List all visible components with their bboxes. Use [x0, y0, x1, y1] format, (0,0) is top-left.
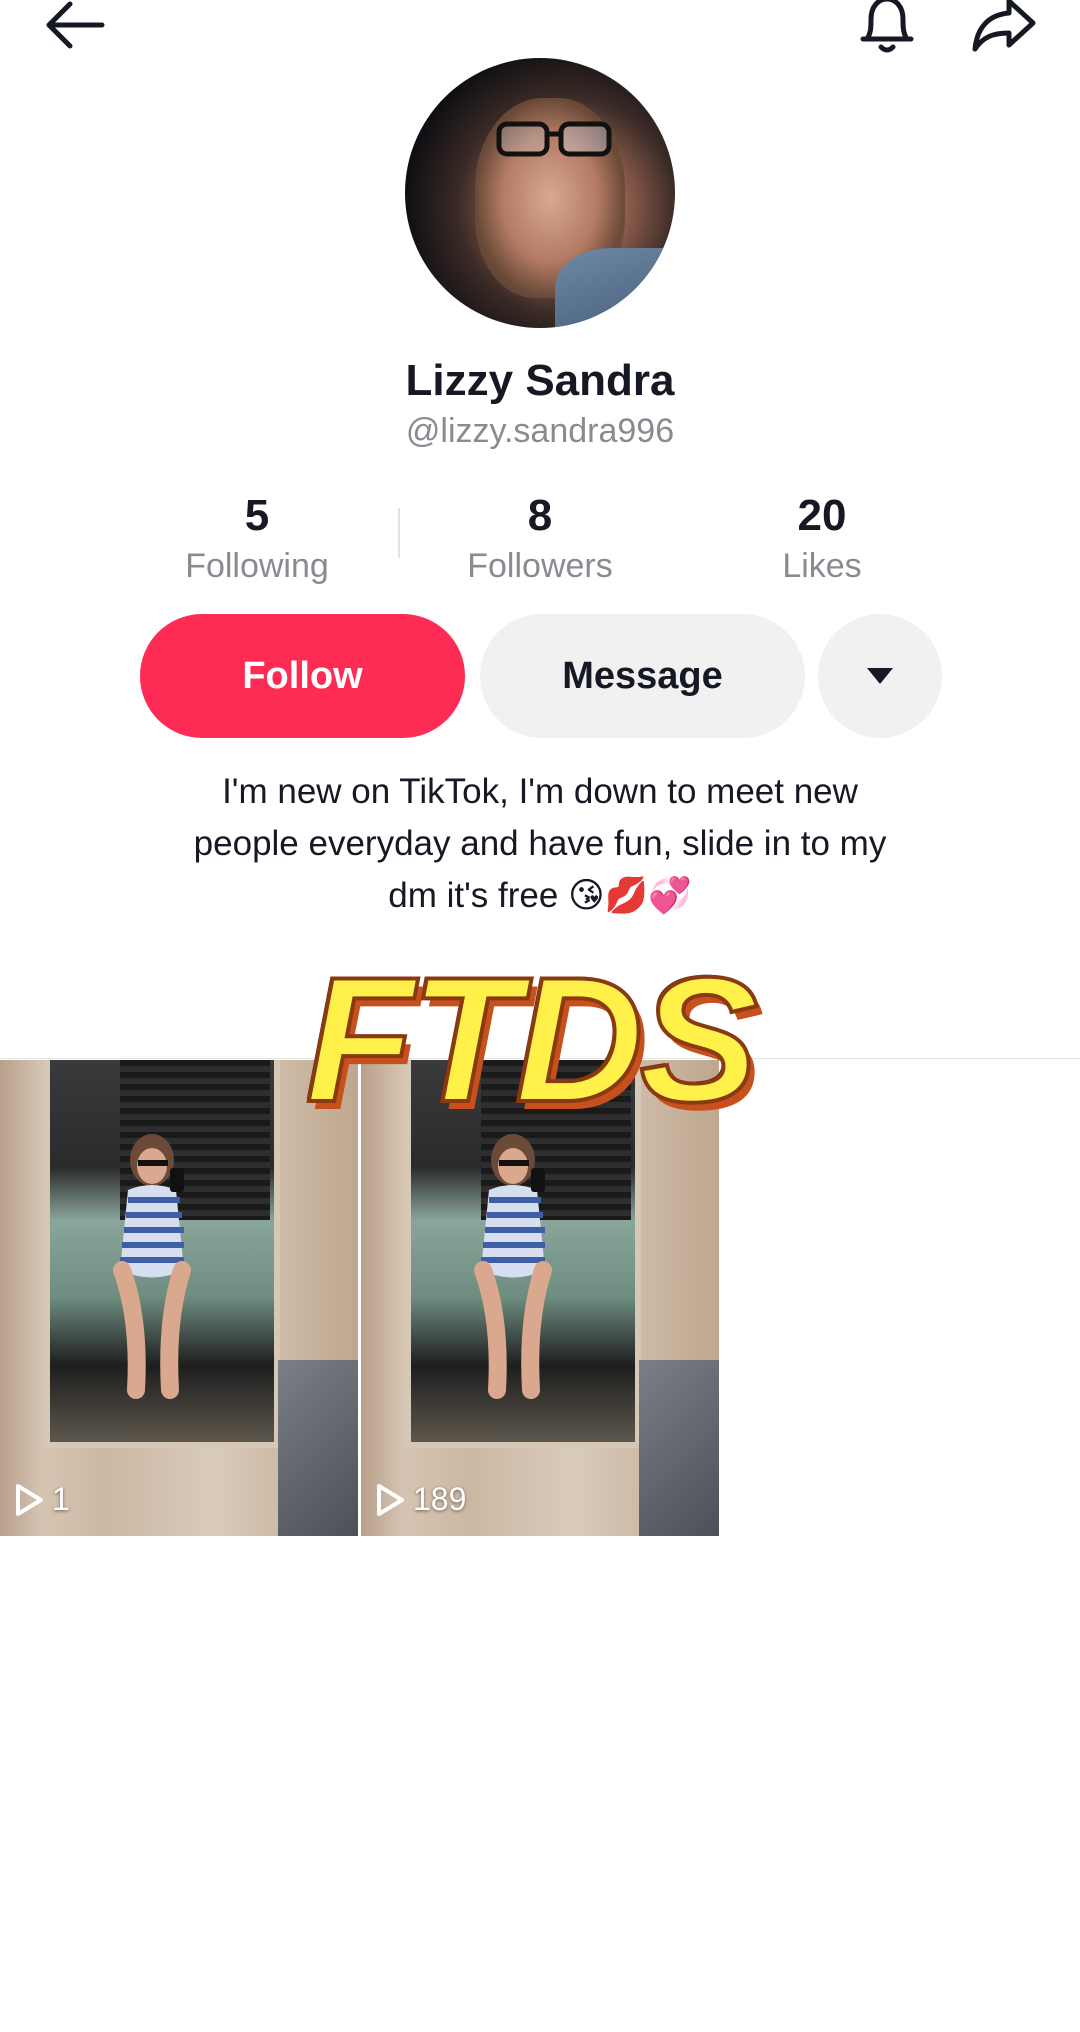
- arrow-left-icon: [46, 1, 105, 49]
- stat-label: Following: [185, 547, 329, 585]
- stat-followers[interactable]: 8 Followers: [420, 490, 660, 588]
- bio-line: I'm new on TikTok, I'm down to meet new: [222, 772, 858, 811]
- avatar[interactable]: [405, 58, 675, 328]
- follow-button[interactable]: Follow: [140, 614, 465, 738]
- stat-value: 8: [527, 491, 553, 540]
- message-button[interactable]: Message: [480, 614, 805, 738]
- view-count: 1: [14, 1481, 70, 1518]
- display-name: Lizzy Sandra: [405, 356, 675, 405]
- stat-value: 5: [244, 491, 270, 540]
- thumbnail-person: [113, 1134, 191, 1399]
- avatar-glasses: [496, 121, 612, 157]
- share-arrow-icon: [972, 0, 1036, 52]
- bio-line: dm it's free 😘💋💞: [388, 876, 692, 915]
- profile-page: Lizzy Sandra @lizzy.sandra996 5 Followin…: [0, 0, 1080, 2032]
- avatar-shirt: [555, 248, 675, 328]
- stat-following[interactable]: 5 Following: [137, 490, 377, 588]
- stat-label: Likes: [782, 547, 862, 585]
- view-count: 189: [375, 1481, 466, 1518]
- thumbnail-floor: [278, 1360, 358, 1536]
- notification-button[interactable]: [852, 0, 922, 60]
- overlay-caption: FTDS: [304, 940, 761, 1139]
- view-count-value: 1: [52, 1481, 70, 1517]
- stat-divider: [398, 508, 400, 558]
- top-bar: [0, 0, 1080, 60]
- view-count-value: 189: [413, 1481, 467, 1517]
- profile-bio: I'm new on TikTok, I'm down to meet new …: [100, 766, 980, 922]
- thumbnail-floor: [639, 1360, 719, 1536]
- share-button[interactable]: [964, 0, 1044, 60]
- play-outline-icon: [16, 1483, 43, 1516]
- stat-value: 20: [797, 491, 847, 540]
- stat-label: Followers: [467, 547, 613, 585]
- play-outline-icon: [377, 1483, 404, 1516]
- suggested-accounts-button[interactable]: [818, 614, 942, 738]
- bell-icon: [860, 0, 914, 53]
- stat-likes[interactable]: 20 Likes: [702, 490, 942, 588]
- caret-down-icon: [867, 668, 893, 684]
- username-handle: @lizzy.sandra996: [405, 412, 675, 450]
- thumbnail-person: [474, 1134, 552, 1399]
- bio-line: people everyday and have fun, slide in t…: [193, 824, 887, 863]
- back-button[interactable]: [40, 0, 110, 58]
